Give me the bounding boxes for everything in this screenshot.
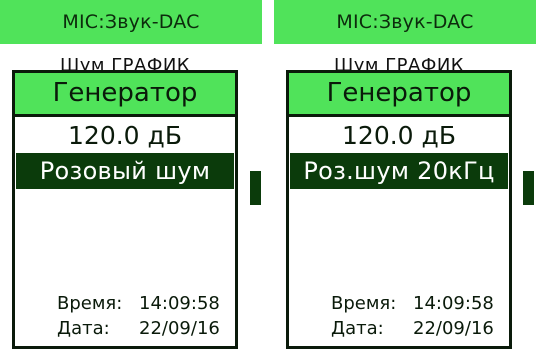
time-value: 14:09:58	[413, 293, 494, 314]
scroll-indicator	[523, 171, 534, 205]
date-label: Дата:	[331, 318, 384, 339]
scroll-indicator	[250, 171, 261, 205]
time-row: Время: 14:09:58	[331, 293, 494, 317]
level-value[interactable]: 120.0 дБ	[289, 119, 509, 153]
generator-popup: Генератор 120.0 дБ Роз.шум 20кГц Время: 1…	[286, 70, 512, 349]
date-label: Дата:	[57, 318, 110, 339]
generator-popup: Генератор 120.0 дБ Розовый шум Время: 14:…	[12, 70, 238, 349]
date-row: Дата: 22/09/16	[57, 318, 220, 342]
time-row: Время: 14:09:58	[57, 293, 220, 317]
time-label: Время:	[331, 293, 397, 314]
time-label: Время:	[57, 293, 123, 314]
screen-header: MIC:Звук-DAC	[0, 0, 262, 44]
selected-noise-option[interactable]: Розовый шум	[16, 153, 234, 189]
popup-title: Генератор	[289, 73, 509, 117]
device-screen-right: MIC:Звук-DAC Шум ГРАФИК Генератор 120.0 …	[274, 0, 536, 356]
popup-title: Генератор	[15, 73, 235, 117]
level-value[interactable]: 120.0 дБ	[15, 119, 235, 153]
screen-header: MIC:Звук-DAC	[274, 0, 536, 44]
date-value: 22/09/16	[139, 318, 220, 339]
time-value: 14:09:58	[139, 293, 220, 314]
device-screen-left: MIC:Звук-DAC Шум ГРАФИК Генератор 120.0 …	[0, 0, 262, 356]
date-value: 22/09/16	[413, 318, 494, 339]
date-row: Дата: 22/09/16	[331, 318, 494, 342]
selected-noise-option[interactable]: Роз.шум 20кГц	[290, 153, 508, 189]
